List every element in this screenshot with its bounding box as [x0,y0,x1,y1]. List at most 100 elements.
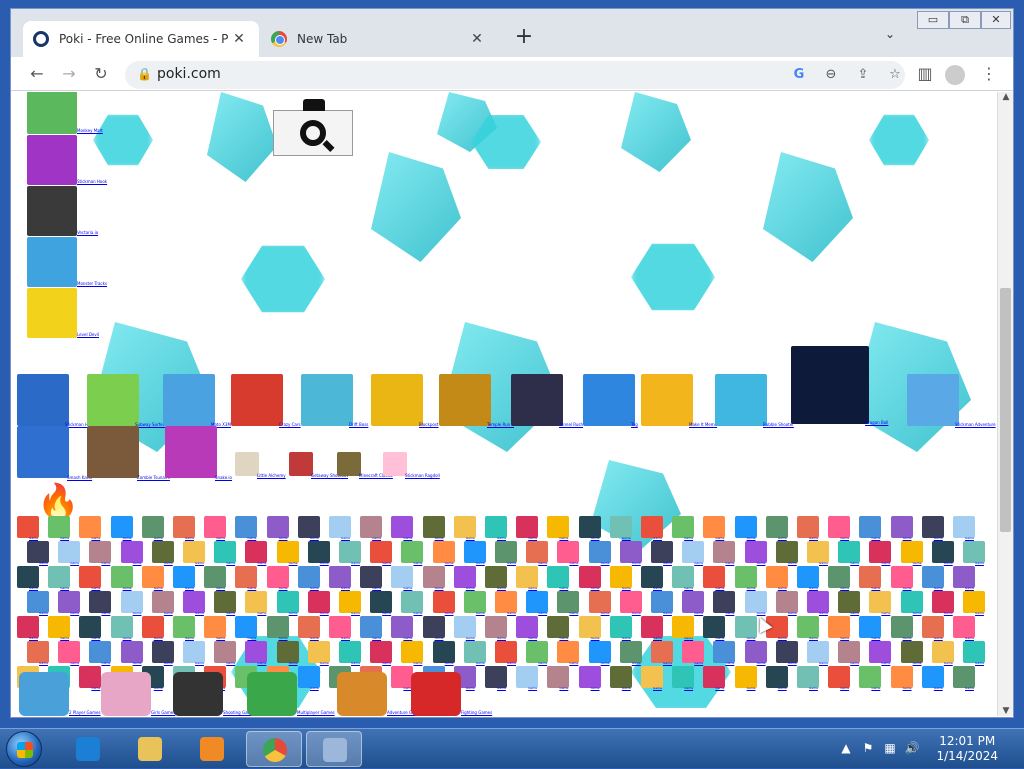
grid-game-label[interactable]: Game [944,561,953,566]
grid-game-thumb[interactable] [744,641,767,663]
grid-game-label[interactable]: Game [881,661,890,666]
action-center-icon[interactable]: ⚑ [860,741,876,757]
grid-game-thumb[interactable] [214,591,237,613]
grid-game-label[interactable]: Game [694,661,703,666]
grid-game-thumb[interactable] [807,591,829,613]
grid-game-label[interactable]: Game [195,561,204,566]
sidebar-game-label[interactable]: Level Devil [77,332,99,337]
grid-game-thumb[interactable] [183,541,205,563]
grid-game-thumb[interactable] [619,641,642,663]
grid-game-label[interactable]: Game [694,561,703,566]
grid-game-thumb[interactable] [588,541,611,563]
grid-game-label[interactable]: Game [226,661,235,666]
grid-game-label[interactable]: Game [840,686,849,691]
grid-game-thumb[interactable] [495,641,517,663]
internet-explorer-taskbar-button[interactable] [60,731,116,767]
grid-game-label[interactable]: Game [507,561,516,566]
grid-game-thumb[interactable] [578,566,601,588]
grid-game-thumb[interactable] [485,566,507,588]
featured-game-thumb[interactable] [87,374,139,426]
grid-game-thumb[interactable] [703,566,726,588]
grid-game-label[interactable]: Game [871,686,880,691]
grid-game-label[interactable]: Game [725,561,734,566]
grid-game-label[interactable]: Game [757,661,766,666]
grid-game-thumb[interactable] [297,566,320,588]
grid-game-label[interactable]: Game [445,661,454,666]
grid-game-label[interactable]: Game [819,611,828,616]
grid-game-thumb[interactable] [838,641,861,663]
grid-game-label[interactable]: Game [622,686,631,691]
grid-game-thumb[interactable] [651,541,673,563]
grid-game-label[interactable]: Game [809,686,818,691]
grid-game-label[interactable]: Game [39,561,48,566]
grid-game-thumb[interactable] [266,616,289,638]
grid-game-thumb[interactable] [329,616,351,638]
grid-game-label[interactable]: Game [164,561,173,566]
grid-game-label[interactable]: Game [653,686,662,691]
grid-game-thumb[interactable] [422,566,445,588]
grid-game-thumb[interactable] [276,541,299,563]
grid-game-thumb[interactable] [360,516,383,538]
grid-game-thumb[interactable] [516,666,539,688]
grid-game-label[interactable]: Game [320,561,329,566]
zoom-icon[interactable]: ⊖ [821,65,841,85]
grid-game-label[interactable]: Game [684,686,693,691]
grid-game-thumb[interactable] [578,666,601,688]
grid-game-thumb[interactable] [370,541,393,563]
grid-game-label[interactable]: Game [757,561,766,566]
reload-icon[interactable]: ↻ [89,63,113,87]
grid-game-thumb[interactable] [339,641,361,663]
grid-game-thumb[interactable] [432,591,455,613]
grid-game-thumb[interactable] [17,566,39,588]
grid-game-label[interactable]: Game [538,661,547,666]
grid-game-thumb[interactable] [890,516,913,538]
grid-game-thumb[interactable] [838,541,861,563]
grid-game-label[interactable]: Game [497,686,506,691]
grid-game-thumb[interactable] [485,666,507,688]
grid-game-label[interactable]: Game [164,661,173,666]
grid-game-label[interactable]: Game [632,561,641,566]
grid-game-label[interactable]: Game [788,561,797,566]
google-translate-icon[interactable]: G [789,65,809,85]
grid-game-thumb[interactable] [859,666,882,688]
grid-game-thumb[interactable] [297,616,320,638]
grid-game-thumb[interactable] [931,591,954,613]
grid-game-thumb[interactable] [173,616,195,638]
grid-game-thumb[interactable] [953,616,975,638]
grid-game-thumb[interactable] [682,641,705,663]
grid-game-thumb[interactable] [578,616,601,638]
category-thumb[interactable] [337,672,387,716]
grid-game-thumb[interactable] [900,541,923,563]
grid-game-thumb[interactable] [703,516,726,538]
grid-game-label[interactable]: Game [601,661,610,666]
grid-game-label[interactable]: Game [528,686,537,691]
grid-game-label[interactable]: Game [476,561,485,566]
grid-game-label[interactable]: Game [101,661,110,666]
grid-game-thumb[interactable] [869,541,892,563]
start-button[interactable] [6,731,42,767]
grid-game-thumb[interactable] [797,566,819,588]
grid-game-thumb[interactable] [214,641,237,663]
grid-game-thumb[interactable] [276,641,299,663]
grid-game-label[interactable]: Game [632,611,641,616]
grid-game-label[interactable]: Game [164,611,173,616]
grid-game-thumb[interactable] [141,516,164,538]
grid-game-label[interactable]: Game [559,686,568,691]
grid-game-thumb[interactable] [828,616,851,638]
scroll-up-icon[interactable]: ▲ [998,92,1014,102]
grid-game-label[interactable]: Game [445,561,454,566]
category-label[interactable]: Fighting Games [461,710,492,715]
grid-game-label[interactable]: Game [788,661,797,666]
grid-game-thumb[interactable] [921,516,944,538]
restore-button[interactable]: ⧉ [949,11,981,29]
grid-game-thumb[interactable] [297,516,320,538]
grid-game-thumb[interactable] [79,666,102,688]
grid-game-label[interactable]: Game [101,611,110,616]
grid-game-thumb[interactable] [120,641,143,663]
grid-game-label[interactable]: Game [601,561,610,566]
featured-game-thumb[interactable] [87,426,139,478]
grid-game-thumb[interactable] [214,541,237,563]
grid-game-label[interactable]: Game [569,661,578,666]
grid-game-thumb[interactable] [401,591,424,613]
grid-game-thumb[interactable] [48,566,71,588]
